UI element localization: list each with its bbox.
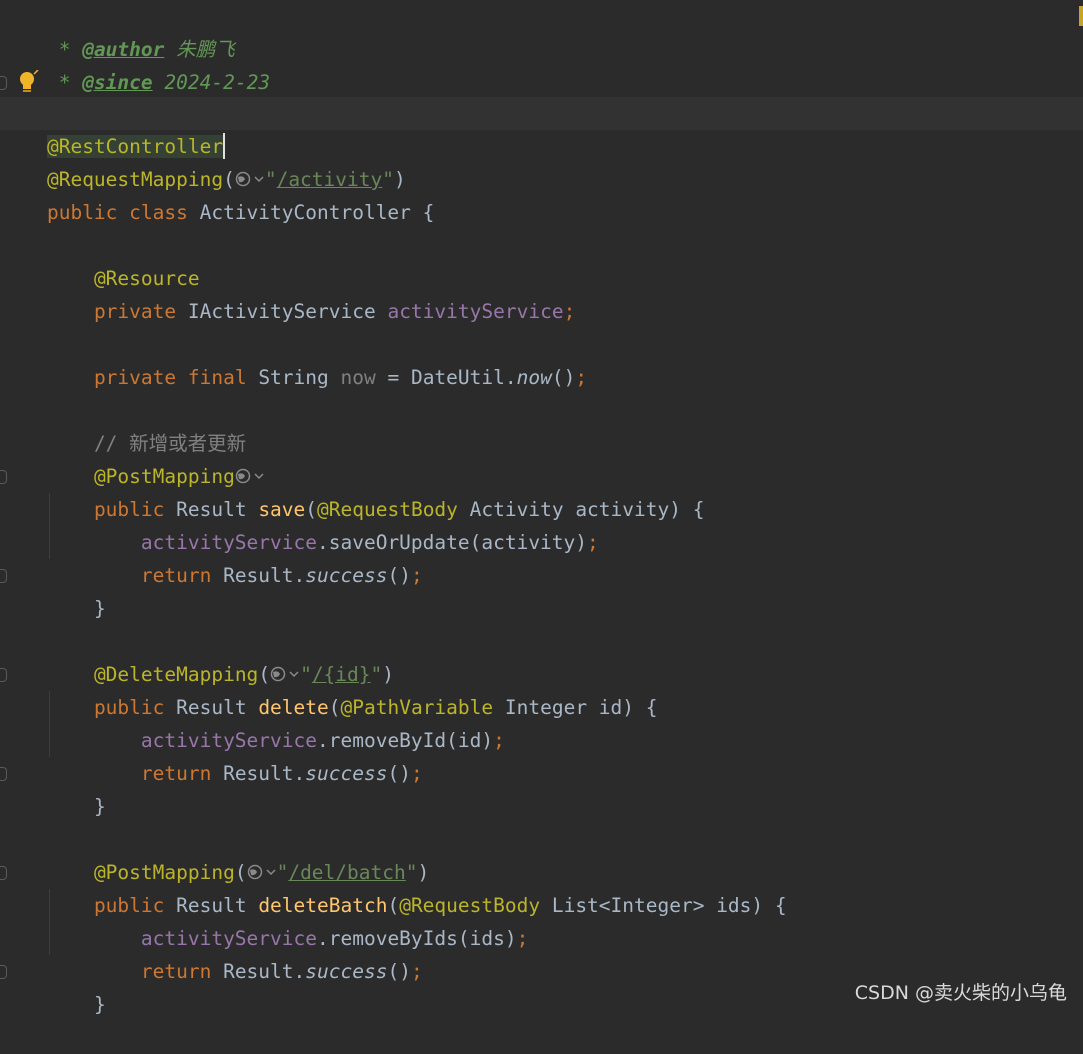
call-parens: ()	[551, 366, 576, 389]
code-line-class-declaration: public class ActivityController {	[0, 163, 1083, 224]
indent-guide	[49, 493, 50, 559]
code-line-delete-batch-signature: public Result deleteBatch(@RequestBody L…	[0, 856, 1083, 917]
code-line-post-mapping-batch: @PostMapping("/del/batch")	[0, 823, 1083, 884]
code-line-comment: // 新增或者更新	[0, 394, 1083, 455]
code-line-delete-close: }	[0, 757, 1083, 818]
javadoc-end-line	[0, 66, 1083, 99]
indent-guide	[49, 691, 50, 757]
code-line-delete-mapping: @DeleteMapping("/{id}")	[0, 625, 1083, 686]
code-line-delete-body-1: activityService.removeById(id);	[0, 691, 1083, 752]
semicolon: ;	[563, 300, 576, 323]
fold-marker[interactable]	[0, 470, 7, 484]
fold-marker[interactable]	[0, 76, 7, 90]
javadoc-author-line: * @author 朱鹏飞	[0, 0, 1083, 61]
inspection-marker[interactable]	[1079, 6, 1083, 26]
keyword-private: private	[93, 300, 188, 323]
code-line-delete-body-2: return Result.success();	[0, 724, 1083, 785]
assignment: = DateUtil.	[375, 366, 517, 389]
code-line-request-mapping: @RequestMapping("/activity")	[0, 130, 1083, 191]
brace-close: }	[93, 795, 106, 818]
code-line-service-field: private IActivityService activityService…	[0, 262, 1083, 323]
field-now: now	[340, 366, 376, 389]
type-name: String	[258, 366, 341, 389]
static-call-now: now	[516, 366, 552, 389]
fold-marker[interactable]	[0, 866, 7, 880]
semicolon: ;	[575, 366, 588, 389]
code-line-now-field: private final String now = DateUtil.now(…	[0, 328, 1083, 389]
code-line-save-body-1: activityService.saveOrUpdate(activity);	[0, 493, 1083, 554]
type-name: IActivityService	[187, 300, 388, 323]
field-activity-service: activityService	[387, 300, 564, 323]
fold-marker[interactable]	[0, 767, 7, 781]
brace-close: }	[93, 597, 106, 620]
lightbulb-icon[interactable]	[18, 70, 40, 96]
code-editor[interactable]: * @author 朱鹏飞 * @since 2024-2-23 @RestCo…	[0, 0, 1083, 1016]
code-line-rest-controller[interactable]: @RestController	[0, 97, 1083, 159]
fold-marker[interactable]	[0, 965, 7, 979]
indent-guide	[49, 889, 50, 955]
javadoc-since-line: * @since 2024-2-23	[0, 33, 1083, 94]
code-line-delete-signature: public Result delete(@PathVariable Integ…	[0, 658, 1083, 719]
class-name: ActivityController {	[199, 201, 435, 224]
fold-marker[interactable]	[0, 668, 7, 682]
keyword-public-class: public class	[46, 201, 200, 224]
keyword-private-final: private final	[93, 366, 259, 389]
code-line-save-body-2: return Result.success();	[0, 526, 1083, 587]
code-line-delete-batch-body-1: activityService.removeByIds(ids);	[0, 889, 1083, 950]
code-line-delete-batch-body-2: return Result.success();	[0, 922, 1083, 983]
code-line-save-signature: public Result save(@RequestBody Activity…	[0, 460, 1083, 521]
watermark: CSDN @卖火柴的小乌龟	[854, 982, 1067, 1004]
code-line-post-mapping-save: @PostMapping	[0, 427, 1083, 488]
code-line-resource: @Resource	[0, 229, 1083, 290]
fold-marker[interactable]	[0, 569, 7, 583]
code-line-save-close: }	[0, 559, 1083, 620]
